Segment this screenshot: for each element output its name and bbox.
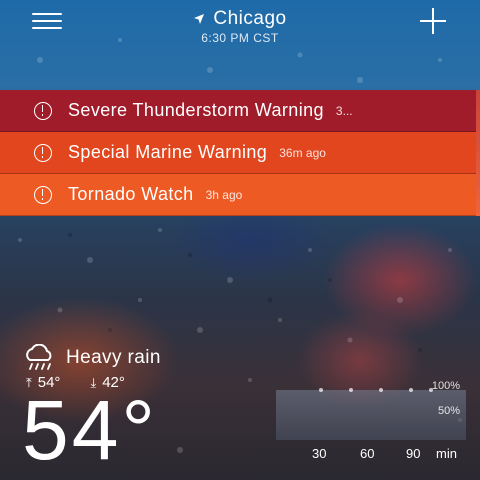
precip-label-100: 100%: [431, 380, 460, 392]
alerts-edge-accent: [476, 90, 480, 216]
heavy-rain-cloud-icon: [26, 344, 52, 370]
condition-text: Heavy rain: [66, 347, 161, 368]
plus-icon[interactable]: [420, 8, 446, 34]
alert-exclamation-icon: [34, 185, 52, 204]
alert-title: Severe Thunderstorm Warning: [68, 100, 324, 120]
top-bar: Chicago 6:30 PM CST: [0, 0, 480, 46]
precip-label-50: 50%: [437, 405, 460, 417]
location-header[interactable]: Chicago 6:30 PM CST: [0, 8, 480, 45]
current-temperature: 54°: [22, 383, 159, 477]
tick-label: min: [436, 446, 457, 461]
alert-exclamation-icon: [34, 101, 52, 120]
current-condition: Heavy rain: [22, 344, 161, 372]
alert-title: Tornado Watch: [68, 184, 194, 204]
alert-exclamation-icon: [34, 143, 52, 162]
alert-severe-thunderstorm[interactable]: Severe Thunderstorm Warning 3...: [0, 90, 476, 132]
alerts-list: Severe Thunderstorm Warning 3... Special…: [0, 90, 480, 216]
tick-label: 90: [406, 446, 421, 461]
tick-label: 60: [360, 446, 375, 461]
local-time: 6:30 PM CST: [201, 31, 279, 45]
alert-time: 3h ago: [205, 187, 243, 202]
precipitation-dots: [319, 388, 433, 392]
navigation-arrow-icon: [194, 14, 205, 24]
alert-tornado-watch[interactable]: Tornado Watch 3h ago: [0, 174, 476, 216]
precipitation-chart[interactable]: 100% 50% 30 60 90 min: [276, 380, 472, 480]
alert-title: Special Marine Warning: [68, 142, 268, 162]
alert-special-marine[interactable]: Special Marine Warning 36m ago: [0, 132, 476, 174]
tick-label: 30: [312, 446, 327, 461]
alert-time: 36m ago: [279, 145, 326, 160]
city-name: Chicago: [213, 8, 287, 29]
alert-time: 3...: [335, 103, 353, 118]
